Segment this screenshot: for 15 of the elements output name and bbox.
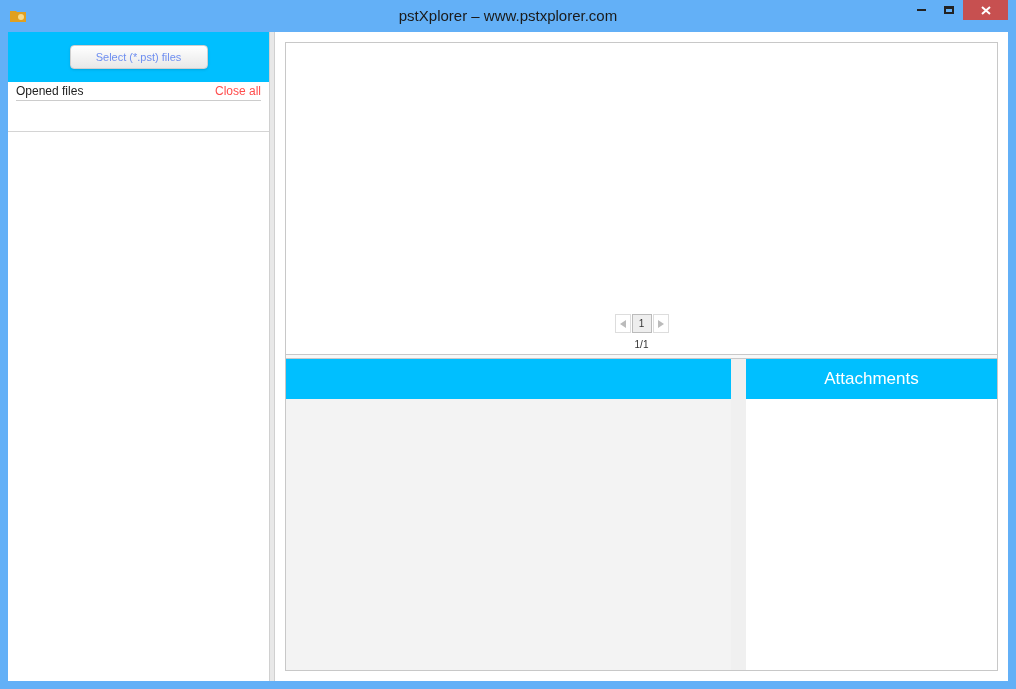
- window-title: pstXplorer – www.pstxplorer.com: [398, 5, 618, 26]
- folder-icon: [10, 9, 26, 22]
- attachments-title: Attachments: [824, 368, 919, 391]
- select-files-button[interactable]: Select (*.pst) files: [69, 45, 208, 69]
- splitter[interactable]: [269, 32, 275, 681]
- left-triangle-icon: [619, 319, 626, 328]
- horizontal-splitter[interactable]: [286, 354, 997, 359]
- right-triangle-icon: [657, 319, 664, 328]
- close-icon: [980, 5, 991, 15]
- page-button[interactable]: 1: [631, 314, 652, 333]
- vertical-splitter[interactable]: [731, 359, 746, 670]
- page-position: 1/1: [634, 338, 649, 352]
- close-all-link[interactable]: Close all: [214, 82, 261, 100]
- opened-files-label: Opened files: [16, 83, 84, 100]
- close-button[interactable]: [963, 0, 1008, 20]
